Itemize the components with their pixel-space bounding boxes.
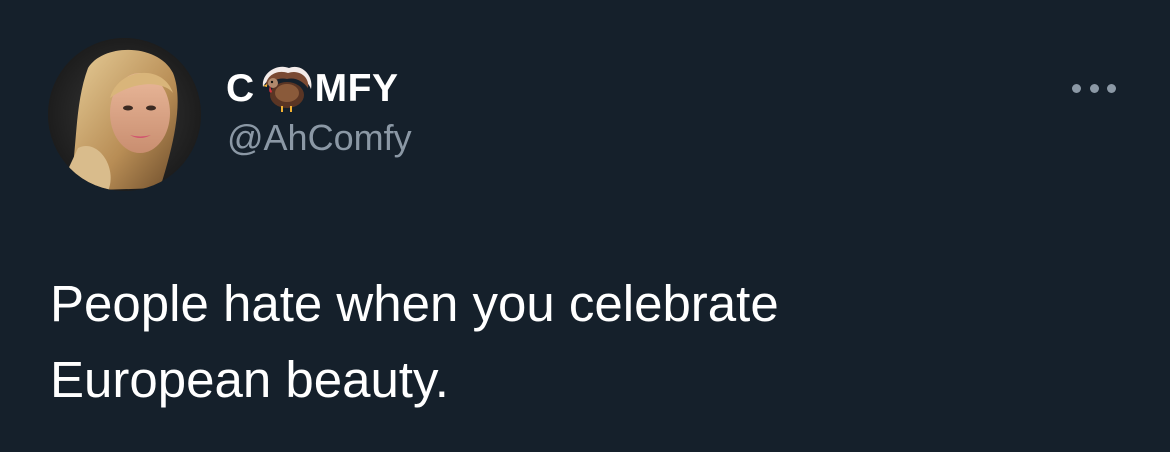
dot [1107,83,1116,93]
ellipsis-icon[interactable] [1072,77,1116,99]
dot [1089,83,1099,93]
author-name[interactable]: C MFY [226,64,399,112]
avatar[interactable] [48,38,201,191]
display-name-part: MFY [314,66,399,110]
tweet-text: People hate when you celebrate European … [50,266,1110,418]
display-name-part: C [226,66,255,110]
tweet-card[interactable]: C MFY @AhComfy People hate when you cele… [0,0,1170,452]
tweet-text-line: European beauty. [50,351,449,408]
author-handle[interactable]: @AhComfy [227,120,412,156]
turkey-icon [257,65,315,113]
dot [1072,83,1081,93]
profile-photo [48,38,201,191]
tweet-text-line: People hate when you celebrate [50,275,779,332]
